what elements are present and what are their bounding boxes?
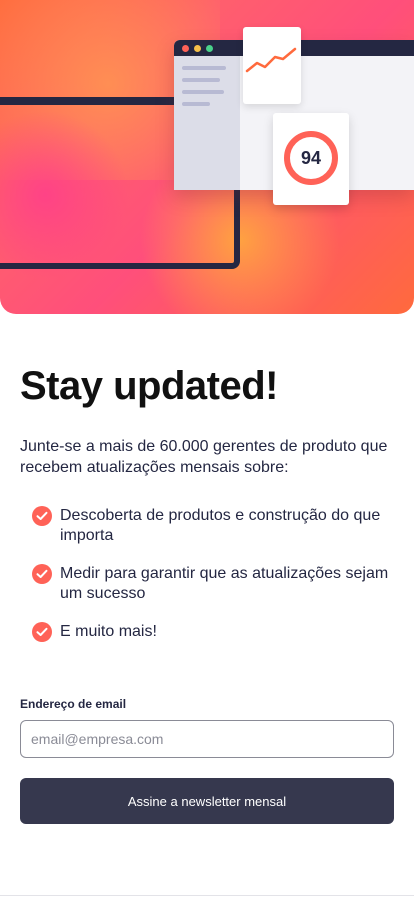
window-close-dot-icon: [182, 44, 189, 52]
sidebar-placeholder-line: [182, 66, 226, 70]
tablet-frame-top: [0, 97, 180, 105]
list-item: Descoberta de produtos e construção do q…: [32, 506, 394, 546]
page-title: Stay updated!: [20, 364, 278, 408]
check-icon: [32, 506, 52, 526]
feature-list: Descoberta de produtos e construção do q…: [20, 506, 394, 642]
list-item: E muito mais!: [32, 622, 394, 642]
feature-text: Medir para garantir que as atualizações …: [60, 565, 389, 602]
trend-line-icon: [245, 47, 297, 73]
email-label: Endereço de email: [20, 697, 127, 711]
email-field[interactable]: [20, 720, 394, 758]
score-ring: 94: [284, 131, 338, 185]
subscribe-button[interactable]: Assine a newsletter mensal: [20, 778, 394, 824]
window-minimize-dot-icon: [194, 44, 201, 52]
feature-text: Descoberta de produtos e construção do q…: [60, 507, 381, 544]
feature-text: E muito mais!: [60, 623, 157, 640]
score-card: 94: [273, 113, 349, 205]
check-icon: [32, 564, 52, 584]
newsletter-form: Endereço de email Assine a newsletter me…: [20, 697, 394, 824]
list-item: Medir para garantir que as atualizações …: [32, 564, 394, 604]
sidebar-placeholder-line: [182, 90, 224, 94]
hero-illustration: 94: [0, 0, 414, 314]
sidebar-placeholder-line: [182, 78, 220, 82]
score-value: 94: [300, 147, 322, 168]
main-content: Stay updated! Junte-se a mais de 60.000 …: [20, 360, 394, 660]
trend-chart-card: [243, 27, 301, 104]
sidebar-placeholder-line: [182, 102, 210, 106]
bottom-divider: [0, 895, 414, 896]
window-maximize-dot-icon: [206, 44, 213, 52]
intro-text: Junte-se a mais de 60.000 gerentes de pr…: [20, 438, 388, 476]
check-icon: [32, 622, 52, 642]
window-sidebar: [174, 56, 240, 190]
page: 94 Stay updated! Junte-se a mais de 60.0…: [0, 0, 414, 898]
